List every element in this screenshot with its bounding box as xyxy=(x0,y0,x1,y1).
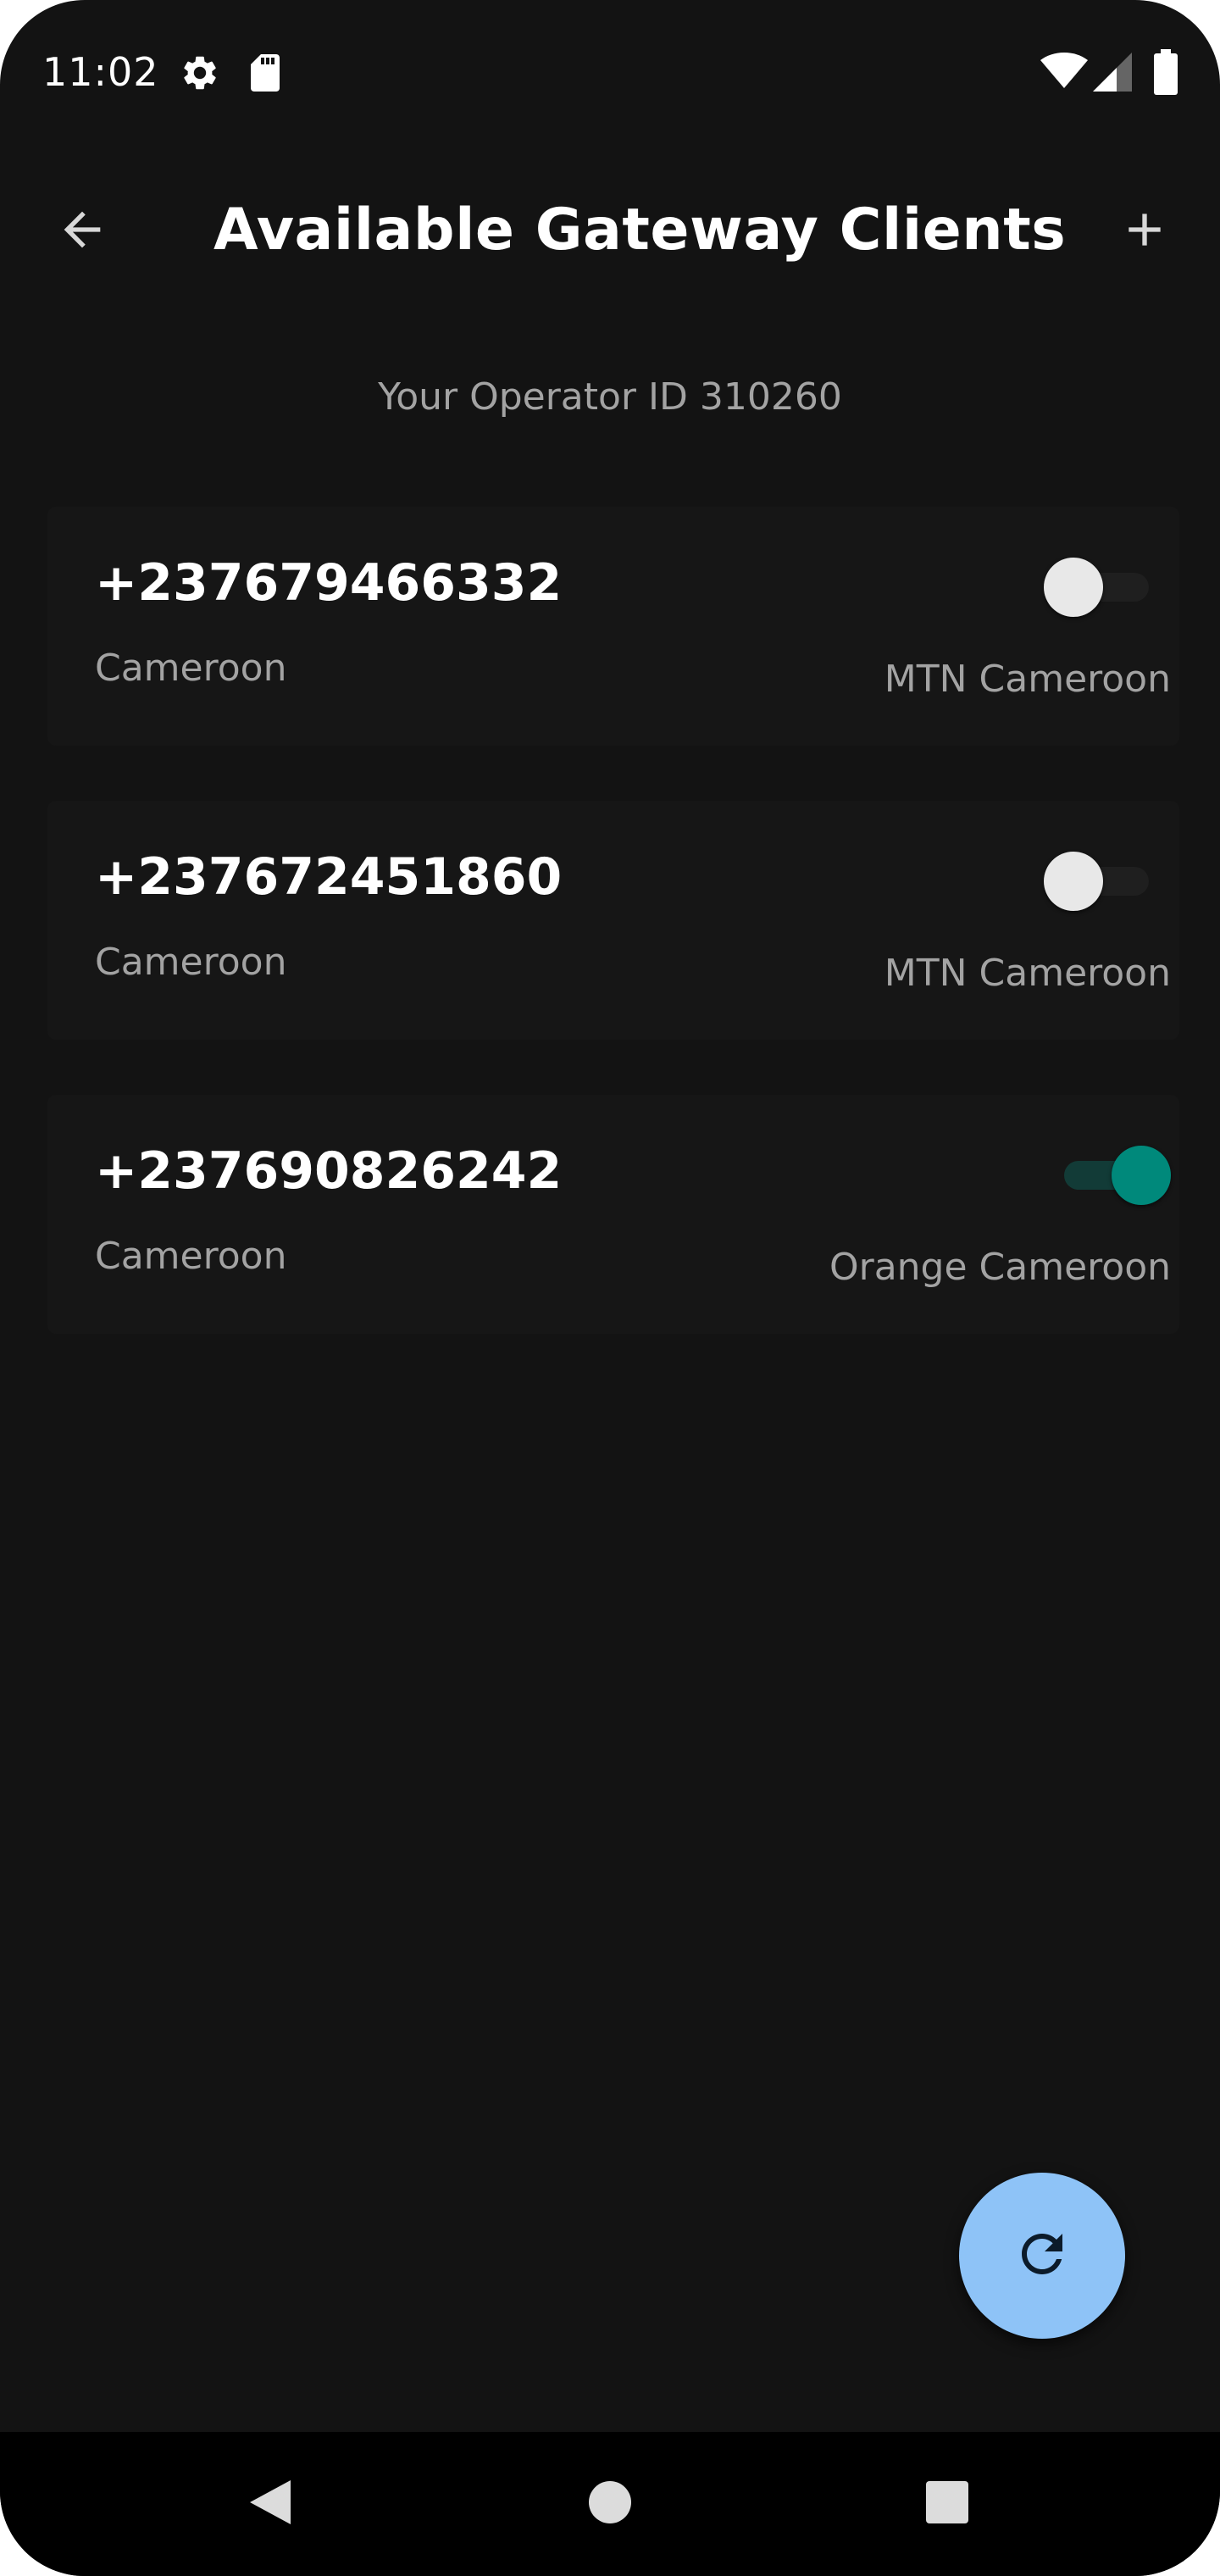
back-button[interactable] xyxy=(44,193,120,269)
refresh-icon xyxy=(1012,2223,1073,2289)
client-country: Cameroon xyxy=(95,647,287,690)
client-card[interactable]: +237690826242 Cameroon Orange Cameroon xyxy=(47,1095,1179,1334)
nav-back-button[interactable] xyxy=(232,2466,308,2542)
client-phone-number: +237679466332 xyxy=(95,553,563,613)
app-bar: Available Gateway Clients xyxy=(0,169,1220,288)
nav-recents-button[interactable] xyxy=(909,2466,985,2542)
sd-card-icon xyxy=(246,53,283,97)
add-client-button[interactable] xyxy=(1106,193,1183,269)
client-enable-toggle[interactable] xyxy=(1044,1141,1171,1208)
back-triangle-icon xyxy=(247,2477,294,2532)
page-title: Available Gateway Clients xyxy=(214,197,1067,264)
client-enable-toggle[interactable] xyxy=(1044,847,1171,914)
nav-home-button[interactable] xyxy=(572,2466,648,2542)
client-enable-toggle[interactable] xyxy=(1044,552,1171,620)
client-phone-number: +237690826242 xyxy=(95,1141,563,1201)
toggle-knob xyxy=(1112,1146,1171,1205)
client-country: Cameroon xyxy=(95,941,287,984)
recents-square-icon xyxy=(924,2479,970,2529)
operator-id-label: Your Operator ID 310260 xyxy=(378,375,842,419)
arrow-left-icon xyxy=(55,203,109,261)
client-list: +237679466332 Cameroon MTN Cameroon +237… xyxy=(47,507,1179,1389)
client-country: Cameroon xyxy=(95,1235,287,1278)
gear-icon xyxy=(180,53,220,97)
client-card[interactable]: +237679466332 Cameroon MTN Cameroon xyxy=(47,507,1179,746)
client-operator: Orange Cameroon xyxy=(829,1246,1171,1289)
system-nav-bar xyxy=(0,2432,1220,2576)
client-operator: MTN Cameroon xyxy=(884,658,1171,701)
status-bar: 11:02 xyxy=(0,0,1220,144)
client-phone-number: +237672451860 xyxy=(95,847,563,907)
refresh-button[interactable] xyxy=(959,2173,1125,2339)
client-operator: MTN Cameroon xyxy=(884,952,1171,995)
client-card[interactable]: +237672451860 Cameroon MTN Cameroon xyxy=(47,801,1179,1040)
phone-screen: 11:02 Available Gateway Clients Your Ope… xyxy=(0,0,1220,2576)
home-circle-icon xyxy=(587,2479,633,2529)
battery-icon xyxy=(1154,49,1178,99)
wifi-icon xyxy=(1040,53,1088,94)
signal-icon xyxy=(1093,53,1132,96)
toggle-knob xyxy=(1044,852,1103,911)
status-time: 11:02 xyxy=(42,49,159,95)
plus-icon xyxy=(1117,203,1172,261)
toggle-knob xyxy=(1044,558,1103,617)
